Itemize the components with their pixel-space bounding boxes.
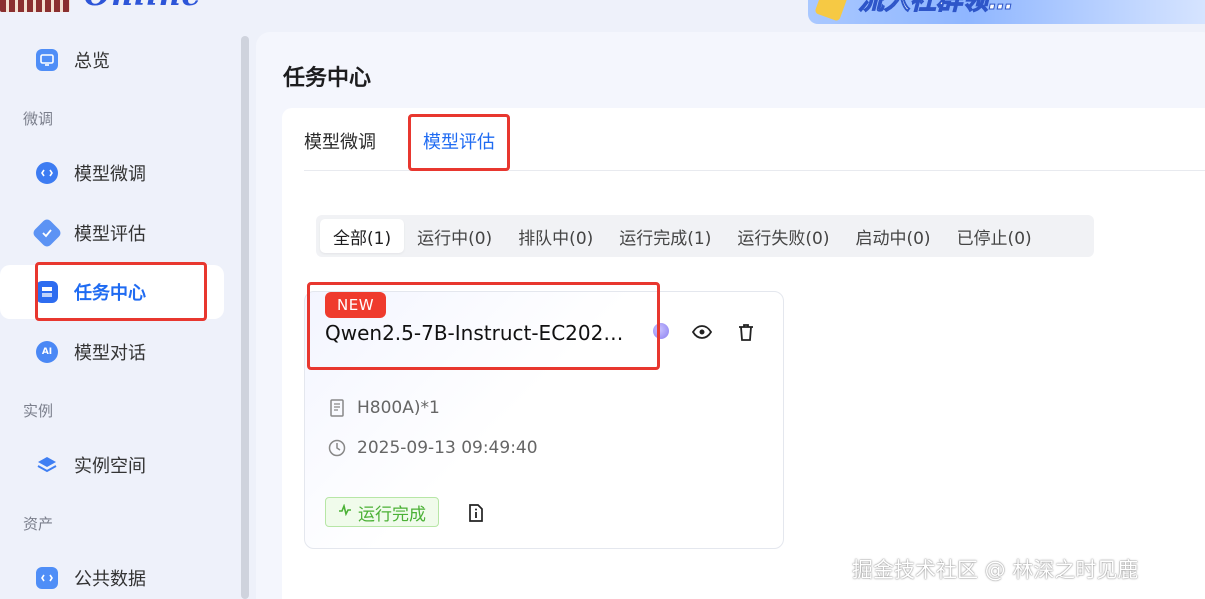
- sidebar-item-model-chat[interactable]: AI 模型对话: [0, 325, 224, 379]
- pulse-icon: [338, 503, 352, 520]
- overview-icon: [36, 49, 58, 71]
- status-indicator-icon: [653, 323, 669, 339]
- database-icon: [36, 567, 58, 589]
- sidebar-item-label: 任务中心: [74, 283, 146, 304]
- resource-text: H800A)*1: [357, 398, 440, 418]
- filter-stopped[interactable]: 已停止(0): [944, 219, 1045, 253]
- view-eye-icon[interactable]: [690, 320, 714, 344]
- page-title: 任务中心: [283, 66, 372, 91]
- status-filter-bar: 全部(1) 运行中(0) 排队中(0) 运行完成(1) 运行失败(0) 启动中(…: [316, 215, 1094, 257]
- delete-trash-icon[interactable]: [734, 320, 758, 344]
- time-row: 2025-09-13 09:49:40: [327, 438, 538, 458]
- sidebar-item-model-eval[interactable]: 模型评估: [0, 206, 224, 260]
- layers-icon: [36, 454, 58, 476]
- promo-banner[interactable]: 流入社群领…: [808, 0, 1205, 24]
- status-badge: 运行完成: [325, 497, 439, 527]
- logo-icon: [0, 0, 70, 12]
- tabs-divider: [304, 170, 1205, 171]
- sidebar-item-label: 公共数据: [74, 569, 146, 590]
- clock-icon: [327, 438, 347, 458]
- status-text: 运行完成: [358, 504, 426, 525]
- sidebar-item-instance-space[interactable]: 实例空间: [0, 438, 224, 492]
- sidebar: 总览 微调 模型微调 模型评估 任务中心 AI 模型对话 实例 实例空间 资产: [0, 28, 240, 599]
- task-name[interactable]: Qwen2.5-7B-Instruct-EC2025...: [325, 321, 635, 345]
- tab-model-eval[interactable]: 模型评估: [423, 128, 495, 154]
- sidebar-item-overview[interactable]: 总览: [0, 33, 224, 87]
- sidebar-item-model-finetune[interactable]: 模型微调: [0, 146, 224, 200]
- sidebar-group-finetune: 微调: [23, 110, 54, 128]
- sidebar-item-label: 模型对话: [74, 343, 146, 364]
- main-panel: 任务中心 模型微调 模型评估 全部(1) 运行中(0) 排队中(0) 运行完成(…: [256, 32, 1205, 599]
- sidebar-item-label: 实例空间: [74, 456, 146, 477]
- filter-running[interactable]: 运行中(0): [404, 219, 505, 253]
- logo[interactable]: Online: [0, 0, 240, 14]
- task-center-icon: [36, 281, 58, 303]
- new-badge: NEW: [325, 292, 387, 318]
- eval-icon: [31, 217, 63, 249]
- filter-queued[interactable]: 排队中(0): [505, 219, 606, 253]
- finetune-icon: [36, 162, 58, 184]
- sidebar-scrollbar[interactable]: [241, 36, 249, 599]
- sidebar-item-label: 模型评估: [74, 224, 146, 245]
- filter-all[interactable]: 全部(1): [320, 219, 405, 253]
- ai-chat-icon: AI: [36, 341, 58, 363]
- task-card[interactable]: NEW Qwen2.5-7B-Instruct-EC2025... H800A)…: [304, 291, 784, 549]
- sidebar-item-label: 模型微调: [74, 164, 146, 185]
- promo-text: 流入社群领…: [857, 0, 1015, 17]
- created-time: 2025-09-13 09:49:40: [357, 438, 538, 458]
- resource-row: H800A)*1: [327, 398, 440, 418]
- sidebar-group-instance: 实例: [23, 402, 54, 420]
- sidebar-item-label: 总览: [74, 51, 110, 72]
- tab-model-finetune[interactable]: 模型微调: [304, 128, 376, 154]
- server-icon: [327, 398, 347, 418]
- filter-completed[interactable]: 运行完成(1): [606, 219, 724, 253]
- report-file-icon[interactable]: [465, 502, 487, 524]
- sidebar-group-assets: 资产: [23, 515, 54, 533]
- sidebar-item-task-center[interactable]: 任务中心: [0, 265, 224, 319]
- watermark: 掘金技术社区 @ 林深之时见鹿: [852, 558, 1139, 582]
- filter-starting[interactable]: 启动中(0): [842, 219, 943, 253]
- logo-text: Online: [84, 0, 202, 11]
- content-card: 模型微调 模型评估 全部(1) 运行中(0) 排队中(0) 运行完成(1) 运行…: [282, 108, 1205, 599]
- sidebar-item-public-data[interactable]: 公共数据: [0, 551, 224, 599]
- filter-failed[interactable]: 运行失败(0): [724, 219, 842, 253]
- promo-icon: [814, 0, 848, 22]
